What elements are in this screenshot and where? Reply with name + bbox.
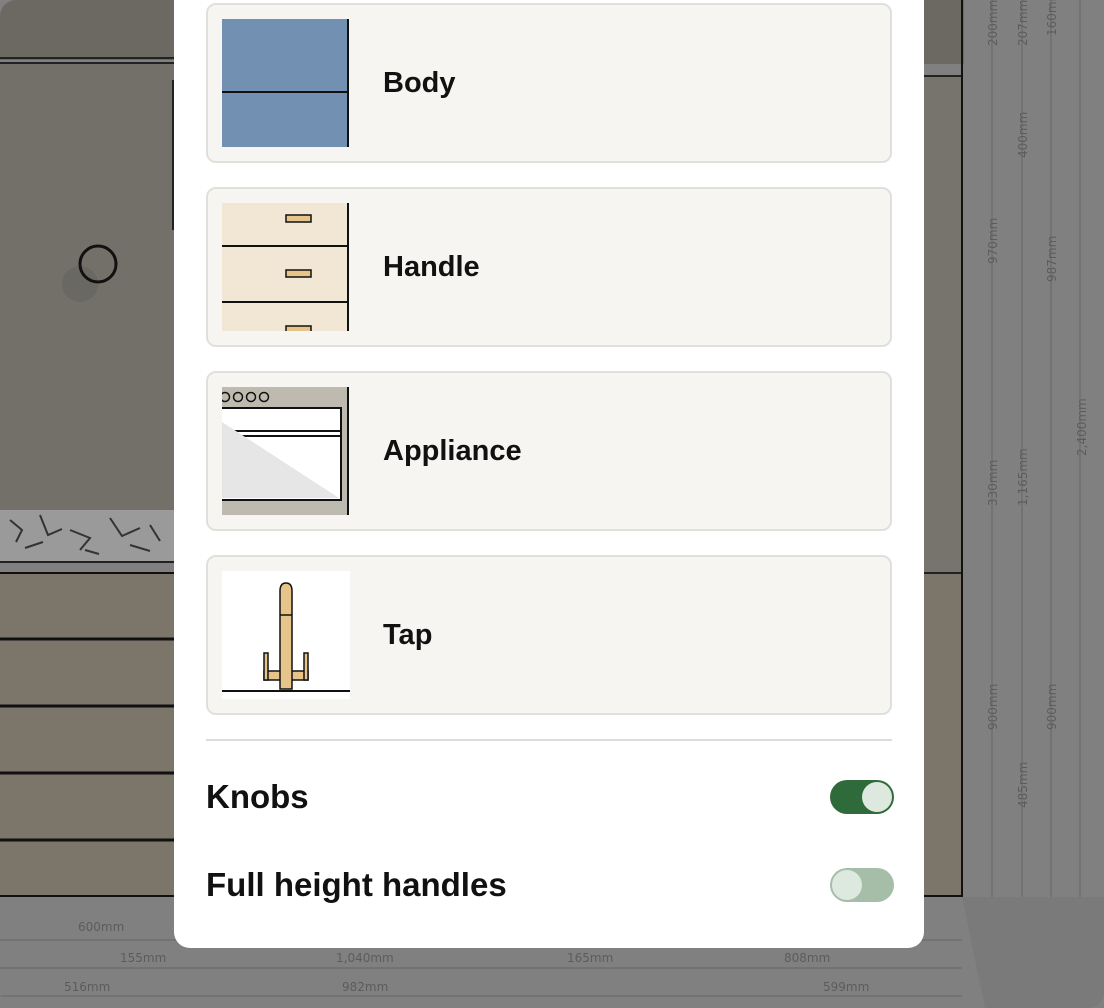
dim-label: 155mm [120, 951, 166, 965]
dim-label: 160mm [1045, 0, 1059, 36]
dim-label: 1,165mm [1016, 448, 1030, 506]
dim-label: 485mm [1016, 762, 1030, 808]
toggle-row-knobs: Knobs [206, 777, 894, 817]
body-color-swatch-icon [222, 19, 350, 147]
toggle-label: Full height handles [206, 866, 507, 903]
dim-label: 600mm [78, 920, 124, 934]
dim-label: 900mm [986, 684, 1000, 730]
dim-label: 599mm [823, 980, 869, 994]
dim-label: 900mm [1045, 684, 1059, 730]
knobs-toggle-switch[interactable] [830, 780, 894, 814]
kitchen-tap-icon [222, 571, 350, 699]
option-appliance[interactable]: Appliance [206, 371, 892, 531]
dim-label: 1,040mm [336, 951, 394, 965]
option-label: Body [383, 67, 456, 99]
dim-label: 808mm [784, 951, 830, 965]
section-divider [206, 739, 892, 741]
dim-label: 400mm [1016, 112, 1030, 158]
dim-label: 207mm [1016, 0, 1030, 46]
oven-appliance-icon [222, 387, 350, 515]
dim-label: 982mm [342, 980, 388, 994]
dim-label: 165mm [567, 951, 613, 965]
dim-label: 970mm [986, 218, 1000, 264]
toggle-label: Knobs [206, 778, 309, 815]
dim-label: 987mm [1045, 236, 1059, 282]
customisation-panel: Body Handle Appliance Tap Knobs Full hei… [174, 0, 924, 948]
dim-label: 516mm [64, 980, 110, 994]
option-label: Appliance [383, 435, 522, 467]
toggle-row-full-height-handles: Full height handles [206, 865, 894, 905]
option-tap[interactable]: Tap [206, 555, 892, 715]
toggle-knob [832, 870, 862, 900]
drawer-handles-icon [222, 203, 350, 331]
option-body[interactable]: Body [206, 3, 892, 163]
dim-label: 2,400mm [1075, 398, 1089, 456]
option-handle[interactable]: Handle [206, 187, 892, 347]
dim-label: 330mm [986, 460, 1000, 506]
toggle-knob [862, 782, 892, 812]
option-label: Handle [383, 251, 480, 283]
full-height-handles-toggle-switch[interactable] [830, 868, 894, 902]
dim-label: 200mm [986, 0, 1000, 46]
option-label: Tap [383, 619, 433, 651]
